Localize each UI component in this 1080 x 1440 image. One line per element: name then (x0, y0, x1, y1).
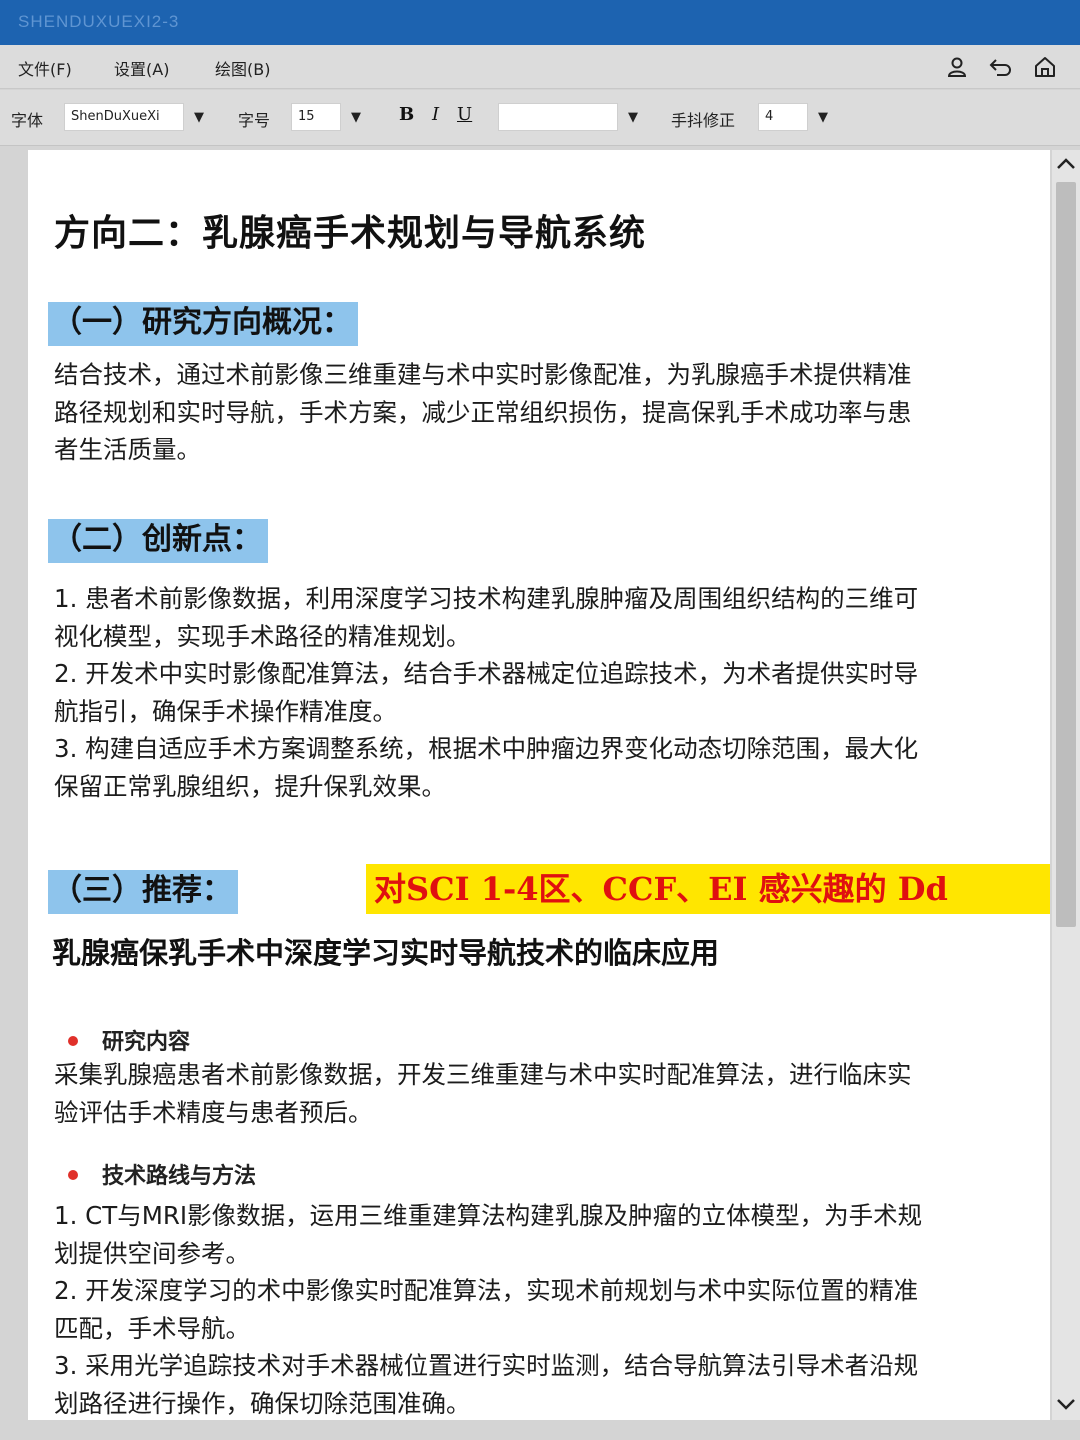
section-3-heading: （三）推荐： (48, 870, 238, 914)
menu-draw[interactable]: 绘图(B) (215, 56, 270, 80)
text-line: 匹配，手术导航。 (54, 1313, 250, 1343)
text-line: 3. 采用光学追踪技术对手术器械位置进行实时监测，结合导航算法引导术者沿规 (54, 1351, 919, 1381)
section-2-body: 1. 患者术前影像数据，利用深度学习技术构建乳腺肿瘤及周围组织结构的三维可 视化… (54, 580, 1034, 806)
text-line: 采集乳腺癌患者术前影像数据，开发三维重建与术中实时配准算法，进行临床实 (54, 1060, 912, 1089)
text-line: 2. 开发深度学习的术中影像实时配准算法，实现术前规划与术中实际位置的精准 (54, 1276, 919, 1306)
text-line: 验评估手术精度与患者预后。 (54, 1097, 373, 1127)
menu-icons (942, 53, 1060, 81)
promo-banner: 对SCI 1-4区、CCF、EI 感兴趣的 Dd (366, 864, 1050, 914)
document-title: 方向二：乳腺癌手术规划与导航系统 (54, 213, 647, 254)
font-select[interactable]: ShenDuXueXi (64, 103, 184, 131)
bullet-label: 技术路线与方法 (102, 1164, 257, 1189)
section-1-body: 结合技术，通过术前影像三维重建与术中实时影像配准，为乳腺癌手术提供精准 路径规划… (54, 356, 1034, 469)
text-line: 航指引，确保手术操作精准度。 (54, 696, 397, 726)
technical-route-body: 1. CT与MRI影像数据，运用三维重建算法构建乳腺及肿瘤的立体模型，为手术规 … (54, 1197, 1034, 1420)
document-page[interactable]: 方向二：乳腺癌手术规划与导航系统 （一）研究方向概况： 结合技术，通过术前影像三… (28, 150, 1050, 1420)
text-line: 结合技术，通过术前影像三维重建与术中实时影像配准，为乳腺癌手术提供精准 (54, 360, 912, 389)
text-line: 1. 患者术前影像数据，利用深度学习技术构建乳腺肿瘤及周围组织结构的三维可 (54, 584, 919, 613)
menu-settings[interactable]: 设置(A) (114, 56, 169, 80)
bold-button[interactable]: B (399, 104, 414, 125)
size-label: 字号 (238, 111, 271, 130)
recommended-topic-title: 乳腺癌保乳手术中深度学习实时导航技术的临床应用 (52, 936, 720, 970)
font-label: 字体 (11, 111, 44, 130)
user-icon[interactable] (942, 53, 972, 81)
caret-down-icon[interactable]: ▼ (343, 103, 369, 131)
status-bar (0, 1420, 1080, 1440)
title-bar: SHENDUXUEXI2-3 (0, 0, 1080, 45)
shake-correction-label: 手抖修正 (671, 111, 736, 130)
text-line: 路径规划和实时导航，手术方案，减少正常组织损伤，提高保乳手术成功率与患 (54, 397, 912, 427)
section-2-heading: （二）创新点： (48, 519, 268, 563)
scroll-thumb[interactable] (1056, 182, 1076, 927)
text-line: 2. 开发术中实时影像配准算法，结合手术器械定位追踪技术，为术者提供实时导 (54, 659, 919, 689)
text-line: 1. CT与MRI影像数据，运用三维重建算法构建乳腺及肿瘤的立体模型，为手术规 (54, 1201, 923, 1230)
text-line: 划提供空间参考。 (54, 1238, 250, 1268)
underline-button[interactable]: U (457, 104, 472, 125)
color-select[interactable] (498, 103, 618, 131)
research-content-body: 采集乳腺癌患者术前影像数据，开发三维重建与术中实时配准算法，进行临床实 验评估手… (54, 1056, 1034, 1131)
text-line: 视化模型，实现手术路径的精准规划。 (54, 621, 471, 651)
size-select[interactable]: 15 (291, 103, 341, 131)
vertical-scrollbar[interactable] (1052, 150, 1080, 1420)
caret-down-icon[interactable]: ▼ (186, 103, 212, 131)
text-line: 划路径进行操作，确保切除范围准确。 (54, 1388, 471, 1418)
bullet-dot-icon (68, 1170, 78, 1180)
bullet-research-content: 研究内容 (68, 1024, 190, 1056)
text-line: 保留正常乳腺组织，提升保乳效果。 (54, 771, 446, 801)
chevron-down-icon[interactable] (1052, 1390, 1080, 1418)
bullet-technical-route: 技术路线与方法 (68, 1158, 256, 1190)
menu-file[interactable]: 文件(F) (18, 56, 72, 80)
italic-button[interactable]: I (432, 104, 439, 125)
home-icon[interactable] (1030, 53, 1060, 81)
undo-icon[interactable] (986, 53, 1016, 81)
caret-down-icon[interactable]: ▼ (620, 103, 646, 131)
format-toolbar: 字体 ShenDuXueXi ▼ 字号 15 ▼ B I U ▼ 手抖修正 4 … (0, 90, 1080, 146)
shake-correction-select[interactable]: 4 (758, 103, 808, 131)
section-1-heading: （一）研究方向概况： (48, 302, 358, 346)
chevron-up-icon[interactable] (1052, 150, 1080, 178)
text-line: 3. 构建自适应手术方案调整系统，根据术中肿瘤边界变化动态切除范围，最大化 (54, 734, 919, 764)
menu-bar: 文件(F) 设置(A) 绘图(B) (0, 45, 1080, 89)
caret-down-icon[interactable]: ▼ (810, 103, 836, 131)
window-title: SHENDUXUEXI2-3 (18, 12, 180, 31)
bullet-label: 研究内容 (102, 1030, 191, 1055)
text-line: 者生活质量。 (54, 435, 201, 465)
bullet-dot-icon (68, 1036, 78, 1046)
